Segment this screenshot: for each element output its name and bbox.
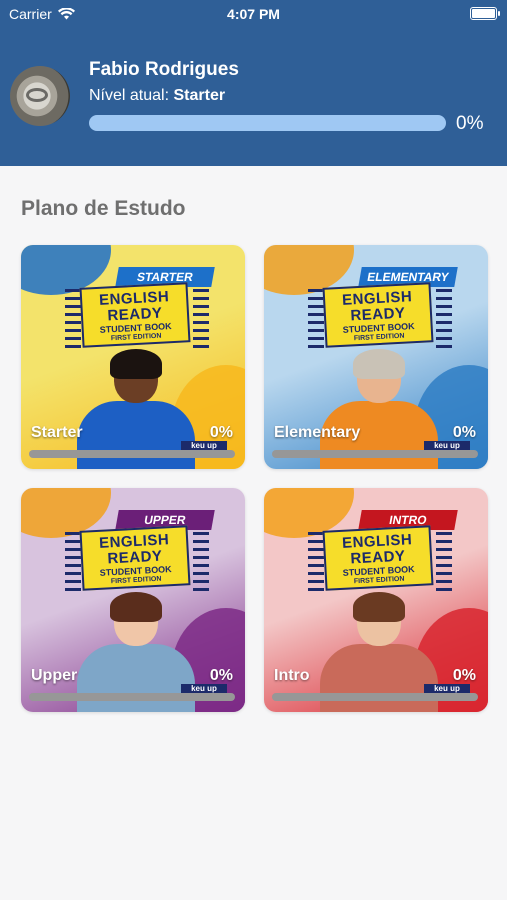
course-name: Upper xyxy=(31,667,78,684)
course-progress-bar xyxy=(29,693,235,701)
section-title: Plano de Estudo xyxy=(21,197,186,220)
course-progress-bar xyxy=(29,450,235,458)
course-progress-percent: 0% xyxy=(209,424,233,441)
overall-progress-bar xyxy=(89,115,446,131)
overall-progress-percent: 0% xyxy=(456,113,484,134)
book-cover-title: ENGLISH READY STUDENT BOOK FIRST EDITION xyxy=(322,282,434,348)
course-card-elementary[interactable]: ELEMENTARY ENGLISH READY STUDENT BOOK FI… xyxy=(264,245,488,469)
course-progress-bar xyxy=(272,693,478,701)
user-name: Fabio Rodrigues xyxy=(89,59,239,80)
course-name: Starter xyxy=(31,424,83,441)
book-cover-title: ENGLISH READY STUDENT BOOK FIRST EDITION xyxy=(79,525,191,591)
course-progress-percent: 0% xyxy=(452,424,476,441)
avatar[interactable] xyxy=(10,66,70,126)
course-progress-percent: 0% xyxy=(452,667,476,684)
course-progress-bar xyxy=(272,450,478,458)
clock: 4:07 PM xyxy=(227,6,280,22)
status-bar: Carrier 4:07 PM xyxy=(0,0,507,28)
course-name: Intro xyxy=(274,667,310,684)
course-card-intro[interactable]: INTRO ENGLISH READY STUDENT BOOK FIRST E… xyxy=(264,488,488,712)
level-value: Starter xyxy=(173,87,226,104)
book-cover-title: ENGLISH READY STUDENT BOOK FIRST EDITION xyxy=(79,282,191,348)
course-name: Elementary xyxy=(274,424,361,441)
course-card-upper[interactable]: UPPER ENGLISH READY STUDENT BOOK FIRST E… xyxy=(21,488,245,712)
course-progress-percent: 0% xyxy=(209,667,233,684)
course-card-starter[interactable]: STARTER ENGLISH READY STUDENT BOOK FIRST… xyxy=(21,245,245,469)
current-level: Nível atual: Starter xyxy=(89,87,225,105)
level-label: Nível atual: xyxy=(89,87,170,104)
profile-header: Carrier 4:07 PM Fabio Rodrigues Nível at… xyxy=(0,0,507,166)
book-cover-title: ENGLISH READY STUDENT BOOK FIRST EDITION xyxy=(322,525,434,591)
battery-icon xyxy=(470,7,500,20)
